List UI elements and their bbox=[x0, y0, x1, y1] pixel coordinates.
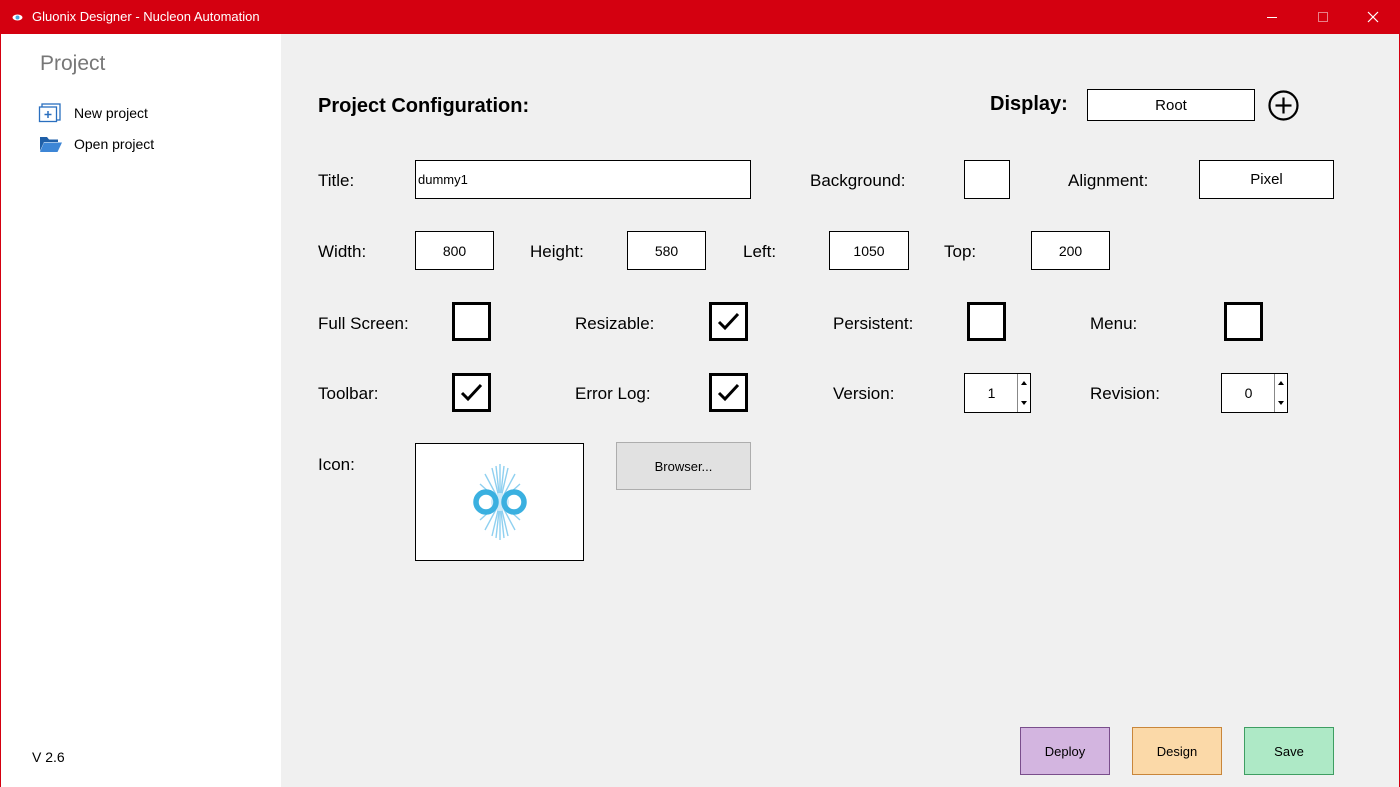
resizable-checkbox[interactable] bbox=[709, 302, 748, 341]
icon-preview bbox=[415, 443, 584, 561]
folder-open-icon bbox=[40, 137, 62, 152]
app-icon bbox=[12, 14, 23, 21]
add-display-icon[interactable] bbox=[1267, 89, 1300, 122]
icon-label: Icon: bbox=[318, 455, 355, 474]
project-configuration-panel: Project Configuration: Display: Root Tit… bbox=[281, 34, 1399, 787]
checkmark-icon bbox=[460, 383, 483, 402]
maximize-button[interactable] bbox=[1300, 0, 1346, 34]
fullscreen-label: Full Screen: bbox=[318, 314, 409, 333]
left-field[interactable]: 1050 bbox=[829, 231, 909, 270]
sidebar-item-label: Open project bbox=[74, 136, 155, 152]
version-spinbox[interactable]: 1 bbox=[964, 373, 1031, 413]
sidebar-item-new-project[interactable]: New project bbox=[36, 101, 236, 125]
design-button[interactable]: Design bbox=[1132, 727, 1222, 775]
menu-checkbox[interactable] bbox=[1224, 302, 1263, 341]
background-color-swatch[interactable] bbox=[964, 160, 1010, 199]
minimize-button[interactable] bbox=[1249, 0, 1295, 34]
sidebar-item-label: New project bbox=[74, 105, 148, 121]
gluonix-logo-icon bbox=[472, 464, 527, 540]
resizable-label: Resizable: bbox=[575, 314, 655, 333]
toolbar-checkbox[interactable] bbox=[452, 373, 491, 412]
top-label: Top: bbox=[944, 242, 977, 261]
window-title: Gluonix Designer - Nucleon Automation bbox=[32, 9, 260, 24]
revision-spinbox[interactable]: 0 bbox=[1221, 373, 1288, 413]
spin-up-icon[interactable] bbox=[1021, 381, 1027, 385]
height-field[interactable]: 580 bbox=[627, 231, 706, 270]
width-label: Width: bbox=[318, 242, 367, 261]
page-title: Project Configuration: bbox=[318, 95, 530, 117]
checkmark-icon bbox=[717, 312, 740, 331]
alignment-select[interactable]: Pixel bbox=[1199, 160, 1334, 199]
version-label: V 2.6 bbox=[32, 749, 65, 765]
errorlog-label: Error Log: bbox=[575, 384, 651, 403]
browse-button[interactable]: Browser... bbox=[616, 442, 751, 490]
new-project-icon bbox=[38, 103, 61, 123]
title-label: Title: bbox=[318, 171, 355, 190]
sidebar-item-open-project[interactable]: Open project bbox=[36, 132, 236, 156]
background-label: Background: bbox=[810, 171, 906, 190]
revision-spin-buttons[interactable] bbox=[1274, 374, 1287, 412]
height-label: Height: bbox=[530, 242, 584, 261]
spin-down-icon[interactable] bbox=[1278, 401, 1284, 405]
version-value: 1 bbox=[987, 385, 996, 401]
version-label: Version: bbox=[833, 384, 895, 403]
menu-label: Menu: bbox=[1090, 314, 1138, 333]
title-field[interactable]: dummy1 bbox=[415, 160, 751, 199]
sidebar: Project New project Open project V 2.6 bbox=[1, 34, 281, 787]
toolbar-label: Toolbar: bbox=[318, 384, 379, 403]
close-button[interactable] bbox=[1350, 0, 1396, 34]
revision-label: Revision: bbox=[1090, 384, 1160, 403]
minimize-icon bbox=[1267, 17, 1277, 18]
persistent-label: Persistent: bbox=[833, 314, 914, 333]
alignment-label: Alignment: bbox=[1068, 171, 1149, 190]
revision-value: 0 bbox=[1244, 385, 1253, 401]
maximize-icon bbox=[1318, 12, 1328, 22]
spin-down-icon[interactable] bbox=[1021, 401, 1027, 405]
sidebar-title: Project bbox=[40, 52, 106, 75]
deploy-button[interactable]: Deploy bbox=[1020, 727, 1110, 775]
display-label: Display: bbox=[990, 93, 1068, 115]
display-select[interactable]: Root bbox=[1087, 89, 1255, 121]
save-button[interactable]: Save bbox=[1244, 727, 1334, 775]
version-spin-buttons[interactable] bbox=[1017, 374, 1030, 412]
errorlog-checkbox[interactable] bbox=[709, 373, 748, 412]
left-label: Left: bbox=[743, 242, 777, 261]
spin-up-icon[interactable] bbox=[1278, 381, 1284, 385]
checkmark-icon bbox=[717, 383, 740, 402]
width-field[interactable]: 800 bbox=[415, 231, 494, 270]
fullscreen-checkbox[interactable] bbox=[452, 302, 491, 341]
close-icon bbox=[1367, 11, 1379, 23]
title-bar: Gluonix Designer - Nucleon Automation bbox=[0, 0, 1400, 34]
persistent-checkbox[interactable] bbox=[967, 302, 1006, 341]
top-field[interactable]: 200 bbox=[1031, 231, 1110, 270]
